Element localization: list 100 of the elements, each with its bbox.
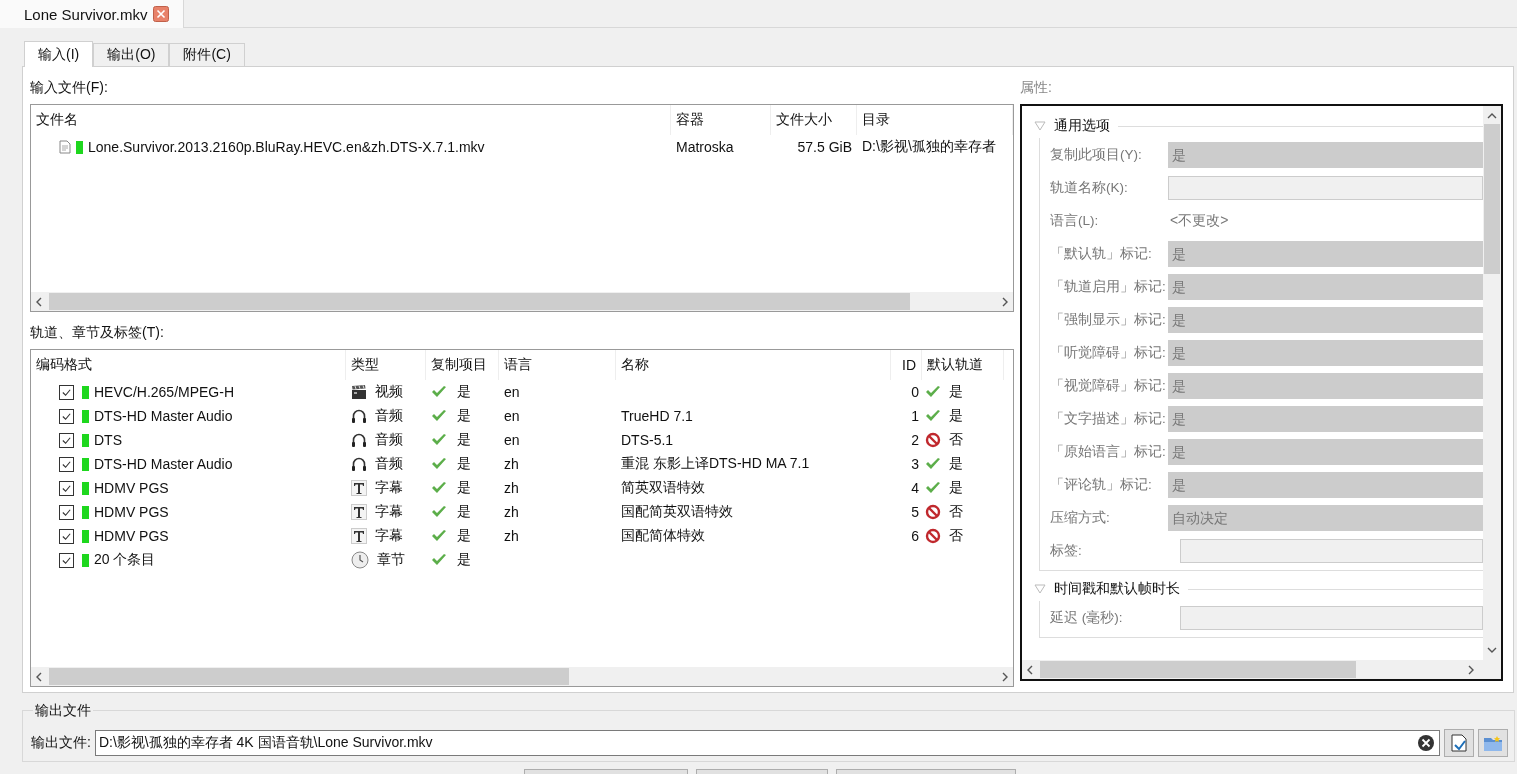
size-cell-text: 57.5 GiB [796,138,853,157]
browse-folder-button[interactable] [1478,729,1508,757]
column-header[interactable]: 文件名 [31,105,671,135]
section-label: 属性: [1020,78,1053,97]
id-cell: 2 [911,432,919,448]
headphones-icon [351,432,367,448]
codec-text: DTS [94,432,122,448]
field-label: 「原始语言」标记: [1050,443,1167,461]
checkbox[interactable] [59,528,74,544]
track-name-cell: TrueHD 7.1 [621,408,693,424]
default-value: 否 [949,431,963,449]
section-title: 通用选项 [1054,117,1110,135]
group-title: 输出文件 [33,702,93,718]
horizontal-scrollbar[interactable] [1022,660,1501,679]
column-header[interactable]: 名称 [616,350,891,380]
status-indicator [82,481,89,495]
horizontal-scrollbar[interactable] [31,667,1013,686]
column-header[interactable]: 文件大小 [771,105,857,135]
input-field[interactable] [1180,606,1483,630]
checkbox[interactable] [59,552,74,568]
close-icon[interactable] [153,6,170,22]
document-tab[interactable]: Lone Survivor.mkv [0,0,185,28]
codec-text: HDMV PGS [94,504,169,520]
scroll-right-icon[interactable] [1001,296,1009,307]
status-indicator [82,505,89,519]
text-icon [351,504,367,520]
scroll-left-icon[interactable] [35,296,43,307]
column-header[interactable]: 默认轨道 [922,350,1004,380]
id-cell: 1 [911,408,919,424]
status-indicator [82,433,89,447]
checkbox[interactable] [59,504,74,520]
status-indicator [82,553,89,567]
checkbox[interactable] [59,456,74,472]
scroll-down-icon[interactable] [1487,646,1497,654]
id-cell: 3 [911,456,919,472]
column-header[interactable]: 复制项目 [426,350,499,380]
scroll-left-icon[interactable] [1026,664,1034,675]
copy-value: 是 [457,503,471,521]
default-value: 否 [949,527,963,545]
column-header[interactable]: ID [891,350,922,380]
default-value: 是 [949,479,963,497]
copy-value: 是 [457,431,471,449]
horizontal-scrollbar[interactable] [31,292,1013,311]
language-cell: zh [504,480,519,496]
scroll-up-icon[interactable] [1487,112,1497,120]
input-field[interactable] [1168,176,1483,200]
status-indicator [82,457,89,471]
field-label: 压缩方式: [1050,509,1111,527]
track-name-cell: 国配简英双语特效 [621,503,733,521]
field-label: 轨道名称(K): [1050,179,1129,197]
id-cell: 6 [911,528,919,544]
status-indicator [82,409,89,423]
checkbox[interactable] [59,432,74,448]
codec-text: DTS-HD Master Audio [94,408,233,424]
copy-value: 是 [457,479,471,497]
scrollbar-thumb[interactable] [49,293,910,310]
track-name-cell: 重混 东影上译DTS-HD MA 7.1 [621,455,810,473]
vertical-scrollbar[interactable] [1483,106,1501,660]
checkbox[interactable] [59,384,74,400]
default-value: 是 [949,455,963,473]
track-name-cell: 国配简体特效 [621,527,705,545]
track-name-cell: DTS-5.1 [621,432,674,448]
tab[interactable]: 输出(O) [93,43,170,66]
column-header[interactable]: 语言 [499,350,616,380]
clapperboard-icon [351,384,367,400]
language-cell: zh [504,456,519,472]
default-value: 是 [949,407,963,425]
column-header[interactable]: 容器 [671,105,771,135]
headphones-icon [351,408,367,424]
scrollbar-thumb[interactable] [1484,124,1500,274]
column-header[interactable]: 类型 [346,350,426,380]
field-label: 延迟 (毫秒): [1050,609,1124,627]
copy-value: 是 [457,383,471,401]
checkbox[interactable] [59,480,74,496]
save-as-button[interactable] [1444,729,1474,757]
language-cell: en [504,384,520,400]
scrollbar-thumb[interactable] [1040,661,1356,678]
column-header[interactable]: 编码格式 [31,350,346,380]
field-label: 复制此项目(Y): [1050,146,1143,164]
output-path-field[interactable]: D:\影视\孤独的幸存者 4K 国语音轨\Lone Survivor.mkv [94,730,1440,756]
scroll-right-icon[interactable] [1467,664,1475,675]
tab[interactable]: 附件(C) [169,43,245,66]
scrollbar-thumb[interactable] [49,668,570,685]
scroll-right-icon[interactable] [1001,671,1009,682]
tab[interactable]: 输入(I) [24,41,94,67]
language-cell: zh [504,504,519,520]
codec-text: DTS-HD Master Audio [94,456,233,472]
column-header[interactable]: 目录 [857,105,1013,135]
default-value: 是 [949,383,963,401]
clear-icon[interactable] [1417,734,1435,752]
field-label: 「强制显示」标记: [1050,311,1167,329]
field-value: <不更改> [1169,212,1229,230]
copy-value: 是 [457,527,471,545]
type-text: 音频 [375,407,403,425]
checkbox[interactable] [59,408,74,424]
input-field[interactable] [1180,539,1483,563]
scroll-left-icon[interactable] [35,671,43,682]
type-text: 字幕 [375,527,403,545]
codec-text: HDMV PGS [94,480,169,496]
status-indicator [82,385,89,399]
